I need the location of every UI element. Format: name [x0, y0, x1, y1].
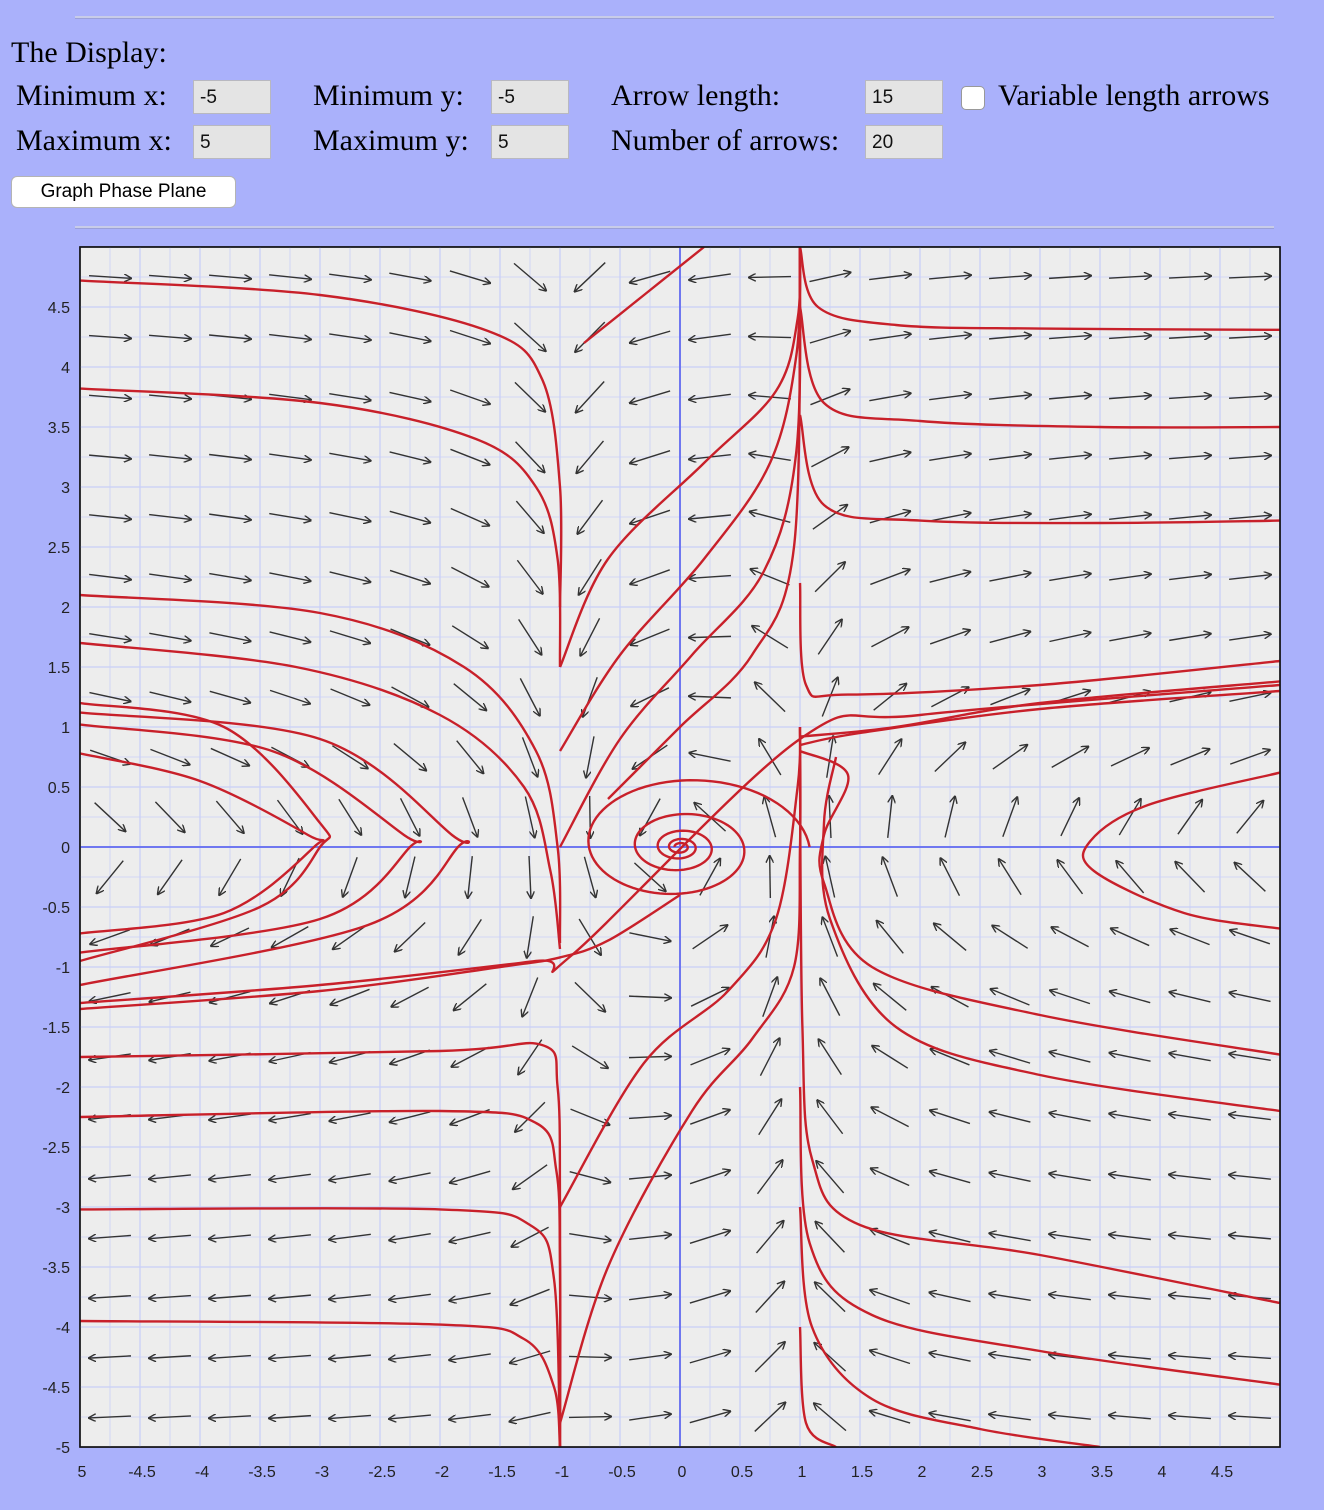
y-tick-label: -4 — [56, 1320, 70, 1337]
x-tick-label: 0 — [678, 1464, 687, 1481]
x-tick-label: 4.5 — [1211, 1464, 1233, 1481]
y-tick-label: 4.5 — [48, 300, 70, 317]
y-tick-label: -5 — [56, 1440, 70, 1457]
y-tick-label: 1.5 — [48, 660, 70, 677]
y-tick-label: 4 — [61, 360, 70, 377]
y-tick-label: -2.5 — [42, 1140, 70, 1157]
x-tick-label: 5 — [78, 1464, 87, 1481]
y-tick-label: 3 — [61, 480, 70, 497]
x-tick-label: -3.5 — [248, 1464, 276, 1481]
y-tick-label: -4.5 — [42, 1380, 70, 1397]
x-tick-label: -3 — [315, 1464, 329, 1481]
x-tick-label: 3 — [1038, 1464, 1047, 1481]
direction-arrow — [749, 277, 792, 278]
x-tick-label: -4.5 — [128, 1464, 156, 1481]
x-tick-label: 2 — [918, 1464, 927, 1481]
y-tick-label: -0.5 — [42, 900, 70, 917]
direction-arrow — [770, 856, 771, 899]
y-tick-label: 0 — [61, 840, 70, 857]
phase-plane-plot: 5 -4.5 -4 -3.5 -3 -2.5 -2 -1.5 -1 -0.5 0 0.5 1 1.5 2 2.… — [42, 246, 1281, 1481]
x-tick-label: 3.5 — [1091, 1464, 1113, 1481]
y-tick-label: 3.5 — [48, 420, 70, 437]
x-tick-label: -2 — [435, 1464, 449, 1481]
x-tick-label: -4 — [195, 1464, 209, 1481]
x-tick-label: 0.5 — [731, 1464, 753, 1481]
x-tick-label: -2.5 — [368, 1464, 396, 1481]
y-tick-label: 2.5 — [48, 540, 70, 557]
x-tick-label: 4 — [1158, 1464, 1167, 1481]
x-tick-label: -1 — [555, 1464, 569, 1481]
y-tick-label: -1 — [56, 960, 70, 977]
y-tick-label: -3 — [56, 1200, 70, 1217]
x-tick-label: -1.5 — [488, 1464, 516, 1481]
y-tick-label: -3.5 — [42, 1260, 70, 1277]
x-tick-label: 2.5 — [971, 1464, 993, 1481]
y-tick-label: 0.5 — [48, 780, 70, 797]
y-tick-label: -1.5 — [42, 1020, 70, 1037]
x-tick-label: -0.5 — [608, 1464, 636, 1481]
y-tick-label: 2 — [61, 600, 70, 617]
direction-arrow — [568, 1417, 611, 1418]
y-tick-label: -2 — [56, 1080, 70, 1097]
x-tick-label: 1.5 — [851, 1464, 873, 1481]
y-tick-label: 1 — [61, 720, 70, 737]
x-tick-label: 1 — [798, 1464, 807, 1481]
